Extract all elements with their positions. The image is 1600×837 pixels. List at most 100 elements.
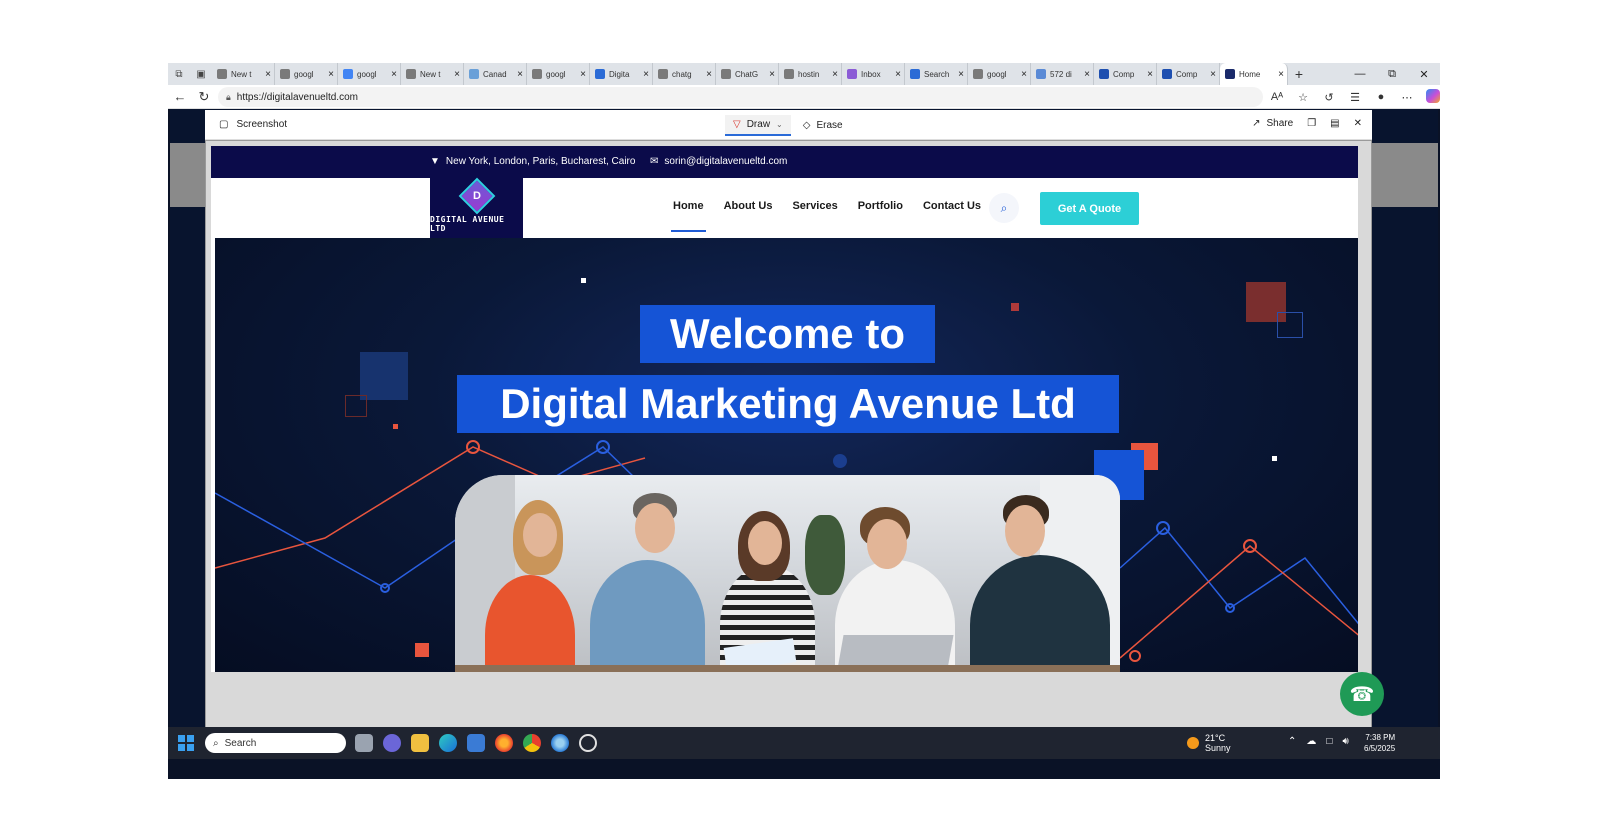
close-screenshot-icon[interactable]: ✕: [1354, 118, 1362, 129]
tab-title: Digita: [609, 69, 630, 79]
chrome-icon[interactable]: [523, 734, 541, 752]
chevron-down-icon[interactable]: ⌄: [776, 120, 783, 129]
image-icon: [469, 69, 479, 79]
email-text: sorin@digitalavenueltd.com: [664, 156, 788, 167]
browser-tab[interactable]: googl ×: [968, 63, 1031, 85]
hero-section: Welcome to Digital Marketing Avenue Ltd: [215, 238, 1358, 672]
nav-home[interactable]: Home: [671, 200, 706, 232]
teams-icon[interactable]: [383, 734, 401, 752]
erase-button[interactable]: ◇ Erase: [803, 120, 843, 131]
close-tab-icon[interactable]: ×: [895, 69, 901, 80]
save-icon[interactable]: ▤: [1330, 118, 1339, 129]
browser-tab[interactable]: hostin ×: [779, 63, 842, 85]
share-button[interactable]: ↗ Share: [1252, 118, 1293, 129]
site-search-icon[interactable]: ⌕: [989, 193, 1019, 223]
address-bar-row: ← ↻ 🔒︎ https://digitalavenueltd.com Aᴬ ☆…: [168, 85, 1440, 109]
taskbar-clock[interactable]: 7:38 PM 6/5/2025: [1364, 732, 1395, 754]
network-icon[interactable]: □: [1326, 736, 1332, 747]
browser-tab[interactable]: Comp ×: [1094, 63, 1157, 85]
store-icon[interactable]: [467, 734, 485, 752]
close-window-icon[interactable]: ✕: [1408, 68, 1440, 81]
copy-icon[interactable]: ❐: [1307, 118, 1316, 129]
taskbar-search[interactable]: ⌕ Search: [205, 733, 346, 753]
tab-actions-icon[interactable]: ▣: [190, 63, 212, 85]
chatgpt-icon[interactable]: [579, 734, 597, 752]
whatsapp-chat-icon[interactable]: ☎: [1340, 672, 1384, 716]
favorites-list-icon[interactable]: ☰: [1346, 91, 1364, 104]
workspaces-icon[interactable]: ⧉: [168, 63, 190, 85]
browser-tab[interactable]: Digita ×: [590, 63, 653, 85]
weather-desc: Sunny: [1205, 743, 1231, 753]
close-tab-icon[interactable]: ×: [769, 69, 775, 80]
browser-tab[interactable]: chatg ×: [653, 63, 716, 85]
profile-icon[interactable]: ●: [1372, 91, 1390, 103]
minimize-icon[interactable]: —: [1344, 68, 1376, 81]
chevron-up-icon[interactable]: ⌃: [1288, 736, 1296, 747]
browser-tab[interactable]: Search ×: [905, 63, 968, 85]
logo-letter: D: [472, 189, 481, 202]
windows-start-icon[interactable]: [178, 735, 194, 751]
draw-button[interactable]: ▽ Draw ⌄: [725, 115, 791, 136]
screenshot-toolbar: ▢ Screenshot ▽ Draw ⌄ ◇ Erase ↗ Share ❐ …: [205, 110, 1372, 140]
close-tab-icon[interactable]: ×: [832, 69, 838, 80]
get-quote-button[interactable]: Get A Quote: [1040, 192, 1139, 225]
search-icon: [784, 69, 794, 79]
favorite-star-icon[interactable]: ☆: [1294, 91, 1312, 104]
hero-heading-line1: Welcome to: [640, 305, 935, 363]
tab-title: ChatG: [735, 69, 759, 79]
email-info[interactable]: ✉ sorin@digitalavenueltd.com: [650, 156, 787, 167]
browser-tab[interactable]: googl ×: [527, 63, 590, 85]
refresh-icon[interactable]: ↻: [192, 89, 216, 105]
back-arrow-icon[interactable]: ←: [168, 89, 192, 104]
nav-about-us[interactable]: About Us: [724, 200, 773, 212]
new-tab-button[interactable]: +: [1288, 66, 1310, 82]
firefox-icon[interactable]: [495, 734, 513, 752]
close-tab-icon[interactable]: ×: [958, 69, 964, 80]
nav-contact-us[interactable]: Contact Us: [923, 200, 981, 212]
edge-icon[interactable]: [439, 734, 457, 752]
close-tab-icon[interactable]: ×: [706, 69, 712, 80]
close-tab-icon[interactable]: ×: [328, 69, 334, 80]
close-tab-icon[interactable]: ×: [1021, 69, 1027, 80]
deco-square-red: [415, 643, 429, 657]
volume-icon[interactable]: 🔊︎: [1342, 736, 1348, 747]
close-tab-icon[interactable]: ×: [391, 69, 397, 80]
tab-title: Inbox: [861, 69, 881, 79]
weather-widget[interactable]: 21°C Sunny: [1187, 733, 1231, 753]
nav-portfolio[interactable]: Portfolio: [858, 200, 903, 212]
site-logo[interactable]: D DIGITAL AVENUE LTD: [430, 177, 523, 238]
copilot-icon[interactable]: [1424, 88, 1440, 106]
browser-tab[interactable]: New t ×: [401, 63, 464, 85]
logo-text: DIGITAL AVENUE LTD: [430, 215, 505, 233]
file-explorer-icon[interactable]: [411, 734, 429, 752]
google-icon: [343, 69, 353, 79]
browser-tab[interactable]: googl ×: [275, 63, 338, 85]
more-options-icon[interactable]: ⋯: [1398, 91, 1416, 104]
browser-tab[interactable]: Canad ×: [464, 63, 527, 85]
close-tab-icon[interactable]: ×: [454, 69, 460, 80]
browser-tab[interactable]: 572 di ×: [1031, 63, 1094, 85]
close-tab-icon[interactable]: ×: [643, 69, 649, 80]
browser-tab[interactable]: Inbox ×: [842, 63, 905, 85]
browser-tab[interactable]: Comp ×: [1157, 63, 1220, 85]
close-tab-icon[interactable]: ×: [1084, 69, 1090, 80]
nav-services[interactable]: Services: [792, 200, 837, 212]
location-info: ▼ New York, London, Paris, Bucharest, Ca…: [430, 156, 635, 167]
close-tab-icon[interactable]: ×: [1278, 69, 1284, 80]
close-tab-icon[interactable]: ×: [265, 69, 271, 80]
browser-tab[interactable]: googl ×: [338, 63, 401, 85]
url-field[interactable]: 🔒︎ https://digitalavenueltd.com: [218, 87, 1263, 107]
close-tab-icon[interactable]: ×: [1147, 69, 1153, 80]
cloud-off-icon[interactable]: ☁: [1306, 736, 1316, 747]
read-aloud-icon[interactable]: Aᴬ: [1268, 91, 1286, 103]
browser-tab[interactable]: ChatG ×: [716, 63, 779, 85]
close-tab-icon[interactable]: ×: [1210, 69, 1216, 80]
task-view-icon[interactable]: [355, 734, 373, 752]
restore-icon[interactable]: ⧉: [1376, 68, 1408, 81]
browser-tab[interactable]: Home ×: [1220, 63, 1288, 85]
extensions-icon[interactable]: ↺: [1320, 91, 1338, 104]
close-tab-icon[interactable]: ×: [517, 69, 523, 80]
edge-dev-icon[interactable]: [551, 734, 569, 752]
close-tab-icon[interactable]: ×: [580, 69, 586, 80]
browser-tab[interactable]: New t ×: [212, 63, 275, 85]
